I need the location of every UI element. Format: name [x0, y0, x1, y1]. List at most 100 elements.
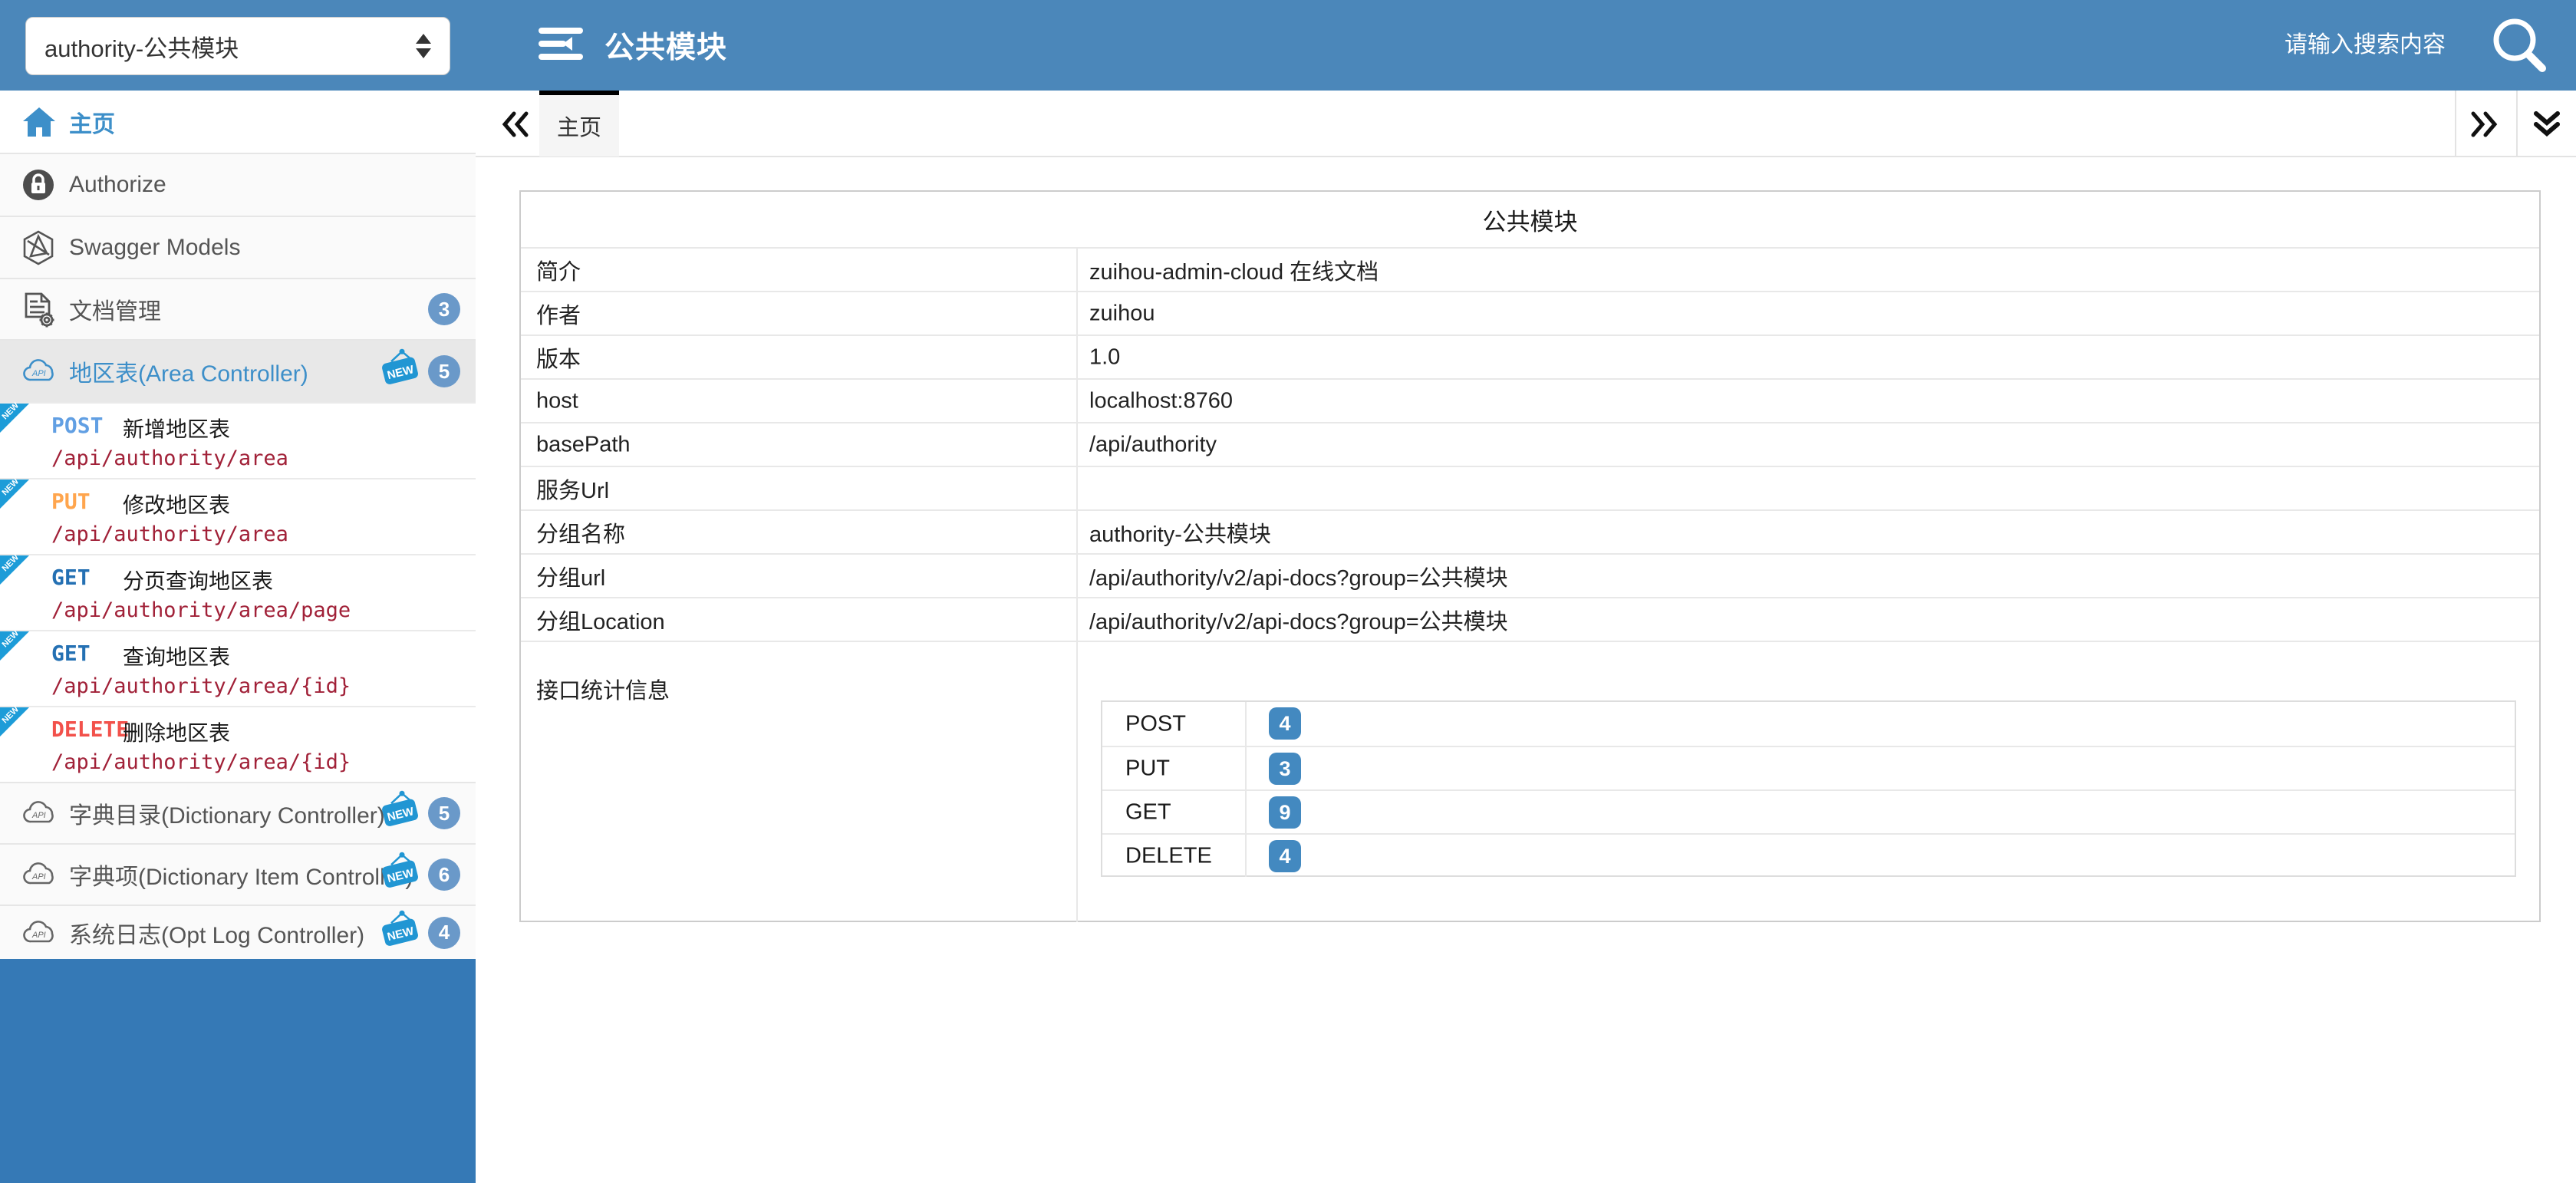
stats-column-divider — [1245, 835, 1247, 877]
sidebar-footer-fill — [0, 959, 476, 1183]
header-title-group: 公共模块 — [537, 0, 727, 91]
top-header: authority-公共模块 公共模块 — [0, 0, 2576, 91]
stats-row: GET 9 — [1102, 789, 2515, 833]
module-title: 公共模块 — [521, 192, 2539, 247]
row-value: zuihou — [1089, 301, 1155, 326]
search-box — [2123, 0, 2446, 91]
endpoint-title: 删除地区表 — [123, 717, 230, 747]
endpoint-put-area[interactable]: NEW PUT 修改地区表 /api/authority/area — [0, 478, 476, 554]
new-ribbon-icon: NEW — [379, 348, 422, 391]
endpoint-path: /api/authority/area — [51, 522, 288, 546]
row-value: 1.0 — [1089, 344, 1120, 370]
home-icon — [21, 106, 57, 138]
lock-icon — [21, 168, 55, 202]
tabs-collapse-icon[interactable] — [2530, 107, 2564, 145]
row-label: 简介 — [536, 254, 581, 286]
stats-count-badge: 4 — [1269, 840, 1301, 872]
row-label: host — [536, 388, 578, 414]
count-badge: 4 — [428, 917, 460, 949]
svg-text:API: API — [31, 931, 46, 940]
svg-text:API: API — [31, 811, 46, 820]
endpoint-title: 新增地区表 — [123, 413, 230, 443]
row-label: 服务Url — [536, 473, 609, 505]
row-label: 分组Location — [536, 604, 665, 636]
endpoint-get-area-page[interactable]: NEW GET 分页查询地区表 /api/authority/area/page — [0, 554, 476, 630]
sidebar-item-label: Authorize — [69, 172, 166, 198]
table-row: basePath /api/authority — [521, 422, 2539, 466]
select-arrows-icon — [416, 34, 431, 58]
endpoint-delete-area[interactable]: NEW DELETE 删除地区表 /api/authority/area/{id… — [0, 706, 476, 782]
sidebar-item-label: 字典目录(Dictionary Controller) — [69, 796, 385, 830]
stats-method: POST — [1125, 711, 1186, 736]
module-info-table: 公共模块 简介 zuihou-admin-cloud 在线文档 作者 zuiho… — [519, 190, 2541, 922]
api-stats-table: POST 4 PUT 3 GET 9 DELETE 4 — [1101, 700, 2516, 877]
app-window: authority-公共模块 公共模块 — [0, 0, 2576, 1183]
table-row: 分组Location /api/authority/v2/api-docs?gr… — [521, 597, 2539, 641]
endpoint-get-area-id[interactable]: NEW GET 查询地区表 /api/authority/area/{id} — [0, 630, 476, 706]
endpoint-path: /api/authority/area/{id} — [51, 750, 351, 774]
row-label: 接口统计信息 — [536, 673, 670, 705]
stats-column-divider — [1245, 791, 1247, 833]
sidebar-item-label: 字典项(Dictionary Item Controller) — [69, 858, 413, 891]
sidebar-item-home[interactable]: 主页 — [0, 91, 476, 153]
http-method: POST — [51, 413, 103, 438]
row-value: /api/authority/v2/api-docs?group=公共模块 — [1089, 604, 1508, 636]
api-group-select[interactable]: authority-公共模块 — [25, 17, 450, 75]
table-row: 服务Url — [521, 466, 2539, 509]
stats-method: GET — [1125, 799, 1171, 825]
row-value: zuihou-admin-cloud 在线文档 — [1089, 254, 1379, 286]
table-row: 版本 1.0 — [521, 334, 2539, 378]
table-row: 分组url /api/authority/v2/api-docs?group=公… — [521, 553, 2539, 597]
endpoint-post-area[interactable]: NEW POST 新增地区表 /api/authority/area — [0, 402, 476, 478]
row-value: /api/authority — [1089, 432, 1217, 457]
stats-count-badge: 3 — [1269, 753, 1301, 785]
table-row: 简介 zuihou-admin-cloud 在线文档 — [521, 247, 2539, 291]
sidebar-item-doc-manage[interactable]: 文档管理 3 — [0, 278, 476, 339]
row-value: localhost:8760 — [1089, 388, 1233, 414]
tabbar-divider — [2455, 91, 2456, 157]
new-ribbon-icon: NEW — [379, 789, 422, 833]
stats-count-badge: 4 — [1269, 707, 1301, 740]
stats-row: PUT 3 — [1102, 746, 2515, 789]
page-title: 公共模块 — [604, 24, 727, 67]
tabs-scroll-right-icon[interactable] — [2467, 107, 2501, 145]
stats-row: DELETE 4 — [1102, 833, 2515, 877]
stats-count-badge: 9 — [1269, 796, 1301, 829]
sidebar-item-swagger-models[interactable]: Swagger Models — [0, 216, 476, 278]
stats-row: POST 4 — [1102, 702, 2515, 746]
tab-home[interactable]: 主页 — [539, 91, 619, 157]
row-label: 版本 — [536, 341, 581, 374]
row-label: 分组名称 — [536, 516, 625, 549]
endpoint-path: /api/authority/area/{id} — [51, 674, 351, 698]
search-input[interactable] — [2123, 32, 2446, 58]
row-label: 分组url — [536, 560, 605, 592]
sidebar-item-label: 文档管理 — [69, 292, 161, 326]
sidebar-item-area-controller[interactable]: API 地区表(Area Controller) NEW 5 — [0, 339, 476, 402]
new-ribbon-icon: NEW — [379, 851, 422, 895]
hexagon-model-icon — [21, 230, 55, 265]
count-badge: 5 — [428, 355, 460, 387]
sidebar-item-dictionary-item-controller[interactable]: API 字典项(Dictionary Item Controller) NEW … — [0, 843, 476, 905]
tabs-scroll-left-icon[interactable] — [499, 107, 532, 145]
http-method: PUT — [51, 489, 91, 514]
stats-method: PUT — [1125, 756, 1170, 781]
sidebar-item-label: 系统日志(Opt Log Controller) — [69, 916, 364, 950]
count-badge: 3 — [428, 293, 460, 325]
sidebar-item-label: Swagger Models — [69, 235, 240, 261]
endpoint-title: 分页查询地区表 — [123, 565, 273, 595]
cloud-api-icon: API — [21, 799, 60, 828]
cloud-api-icon: API — [21, 860, 60, 889]
http-method: GET — [51, 641, 91, 666]
row-value: authority-公共模块 — [1089, 516, 1271, 549]
tabbar-divider — [2516, 91, 2518, 157]
sidebar: 主页 Authorize Swagger Mode — [0, 91, 476, 1183]
sidebar-item-opt-log-controller[interactable]: API 系统日志(Opt Log Controller) NEW 4 — [0, 905, 476, 959]
sidebar-item-authorize[interactable]: Authorize — [0, 153, 476, 216]
svg-text:API: API — [31, 369, 46, 378]
search-icon[interactable] — [2485, 12, 2555, 85]
cloud-api-icon: API — [21, 918, 60, 947]
main-content: 主页 公共模块 简介 zuihou-admin-cloud 在线文档 — [476, 91, 2576, 1183]
stats-method: DELETE — [1125, 843, 1212, 868]
endpoint-title: 查询地区表 — [123, 641, 230, 671]
sidebar-item-dictionary-controller[interactable]: API 字典目录(Dictionary Controller) NEW 5 — [0, 782, 476, 843]
